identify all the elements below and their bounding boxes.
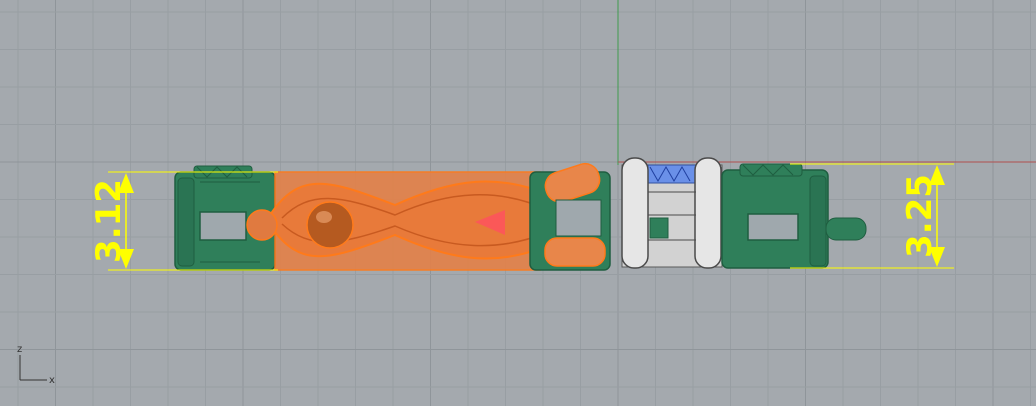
axis-indicator: z x [17, 344, 55, 386]
dimension-left-value: 3.12 [89, 179, 129, 263]
dimension-right-value: 3.25 [900, 174, 940, 258]
front-viewport[interactable]: 3.12 3.25 z x [0, 0, 1036, 406]
green-bracket-right[interactable] [721, 163, 867, 269]
axis-label-x: x [49, 375, 55, 386]
viewport-canvas[interactable]: 3.12 3.25 z x [0, 0, 1036, 406]
axis-label-z: z [17, 344, 22, 355]
green-connector-middle[interactable] [529, 160, 611, 271]
gray-hinge-part[interactable] [621, 157, 723, 269]
selected-clamp-part[interactable] [246, 171, 561, 271]
